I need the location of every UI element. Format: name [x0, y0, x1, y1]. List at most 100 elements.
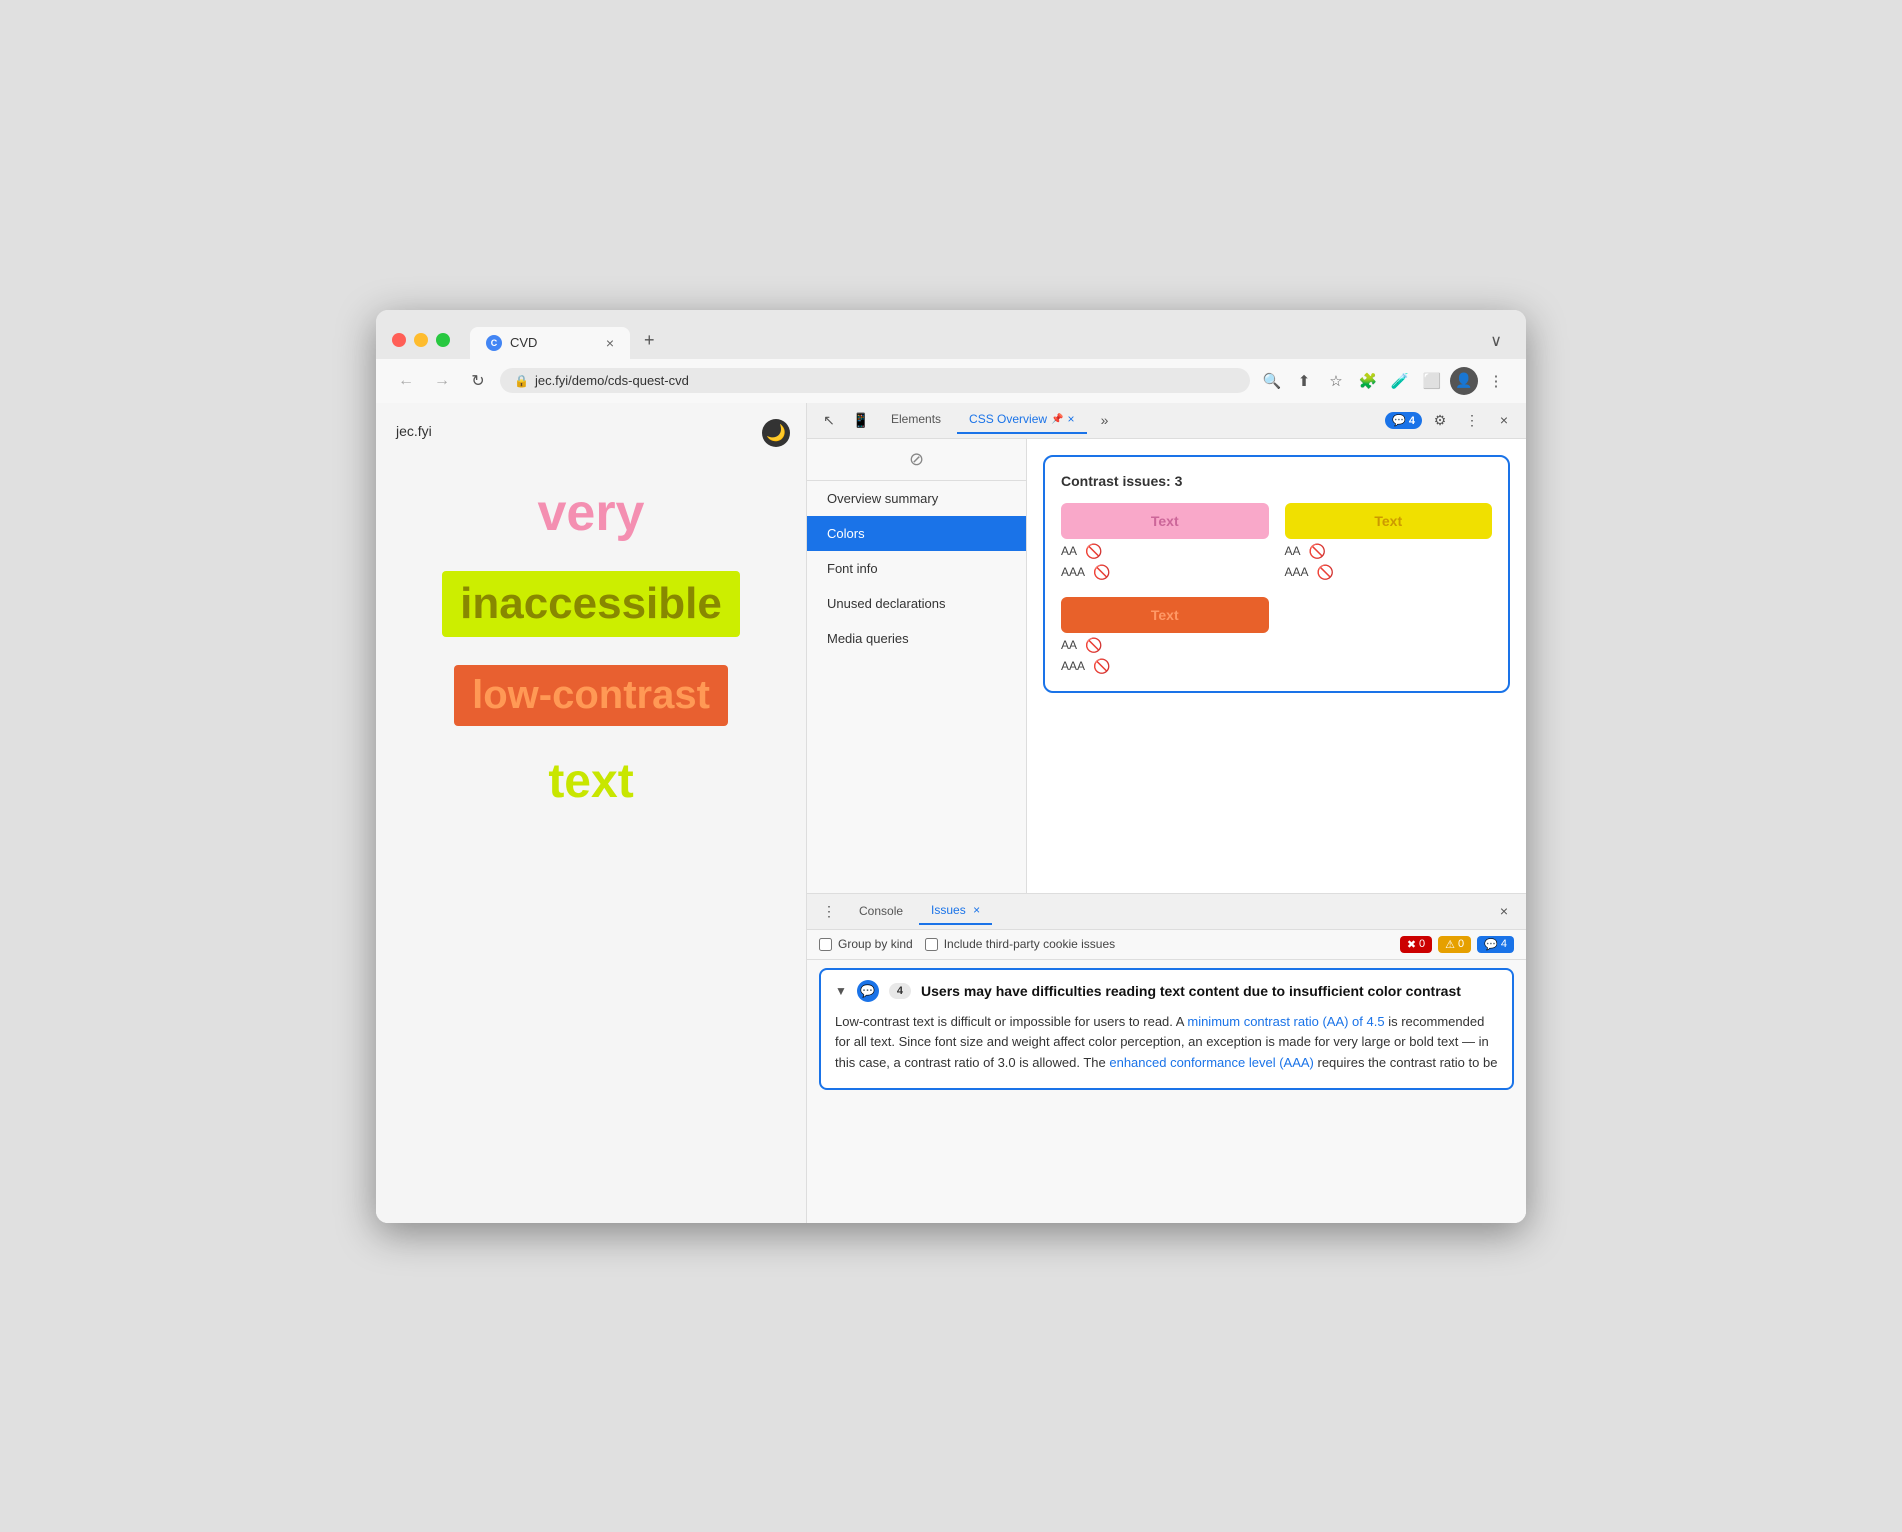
contrast-btn-pink[interactable]: Text: [1061, 503, 1269, 539]
sidebar-top: ⊘: [807, 439, 1026, 481]
tab-css-overview[interactable]: CSS Overview 📌 ×: [957, 406, 1087, 434]
bottom-more-icon[interactable]: ⋮: [815, 897, 843, 925]
demo-text-container: very inaccessible low-contrast text: [442, 483, 740, 809]
more-panels-button[interactable]: »: [1091, 406, 1119, 434]
group-by-kind-checkbox[interactable]: [819, 938, 832, 951]
bottom-panel: ⋮ Console Issues × × Group by kind: [807, 893, 1526, 1223]
url-text: jec.fyi/demo/cds-quest-cvd: [535, 373, 689, 388]
menu-button[interactable]: ⋮: [1482, 367, 1510, 395]
aa-label-2: AA: [1285, 544, 1301, 558]
issue-body: Low-contrast text is difficult or imposs…: [821, 1012, 1512, 1088]
group-by-kind-group: Group by kind: [819, 937, 913, 951]
minimize-traffic-light[interactable]: [414, 333, 428, 347]
flask-button[interactable]: 🧪: [1386, 367, 1414, 395]
warn-count: 0: [1458, 938, 1464, 950]
contrast-item-pink: Text AA 🚫 AAA 🚫: [1061, 503, 1269, 581]
reload-button[interactable]: ↻: [464, 367, 492, 395]
active-tab[interactable]: C CVD ×: [470, 327, 630, 359]
devtools-close-button[interactable]: ×: [1490, 406, 1518, 434]
contrast-rating-pink-aa: AA 🚫: [1061, 543, 1269, 560]
contrast-rating-pink-aaa: AAA 🚫: [1061, 564, 1269, 581]
third-party-label: Include third-party cookie issues: [944, 937, 1115, 951]
issues-badge[interactable]: 💬 4: [1385, 412, 1422, 429]
tab-console[interactable]: Console: [847, 898, 915, 924]
search-button[interactable]: 🔍: [1258, 367, 1286, 395]
contrast-issues-box: Contrast issues: 3 Text AA 🚫 AAA: [1043, 455, 1510, 693]
issue-link-aa[interactable]: minimum contrast ratio (AA) of 4.5: [1187, 1014, 1384, 1029]
issue-title: Users may have difficulties reading text…: [921, 983, 1498, 999]
browser-window: C CVD × + ∨ ← → ↻ 🔒 jec.fyi/demo/cds-que…: [376, 310, 1526, 1223]
traffic-lights: [392, 333, 450, 347]
split-button[interactable]: ⬜: [1418, 367, 1446, 395]
dark-mode-button[interactable]: 🌙: [762, 419, 790, 447]
profile-avatar[interactable]: 👤: [1450, 367, 1478, 395]
aaa-label: AAA: [1061, 565, 1085, 579]
main-content: jec.fyi 🌙 very inaccessible low-contrast…: [376, 403, 1526, 1223]
nav-item-unused-declarations[interactable]: Unused declarations: [807, 586, 1026, 621]
issues-tab-close[interactable]: ×: [973, 903, 980, 917]
contrast-rating-orange-aa: AA 🚫: [1061, 637, 1269, 654]
third-party-checkbox[interactable]: [925, 938, 938, 951]
nav-item-font-info[interactable]: Font info: [807, 551, 1026, 586]
demo-text: text: [548, 754, 633, 809]
contrast-btn-orange[interactable]: Text: [1061, 597, 1269, 633]
issue-link-aaa[interactable]: enhanced conformance level (AAA): [1109, 1055, 1314, 1070]
aa-label-3: AA: [1061, 638, 1077, 652]
aaa-fail-icon: 🚫: [1093, 564, 1110, 581]
new-tab-button[interactable]: +: [632, 322, 667, 359]
demo-very-text: very: [537, 483, 644, 543]
css-overview-close[interactable]: ×: [1068, 412, 1075, 426]
title-bar: C CVD × + ∨: [376, 310, 1526, 359]
bookmark-button[interactable]: ☆: [1322, 367, 1350, 395]
device-tool-button[interactable]: 📱: [847, 406, 875, 434]
forward-button[interactable]: →: [428, 367, 456, 395]
issue-header: ▼ 💬 4 Users may have difficulties readin…: [821, 970, 1512, 1012]
issues-count: 4: [1409, 415, 1415, 427]
nav-item-overview-summary[interactable]: Overview summary: [807, 481, 1026, 516]
issues-toolbar: Group by kind Include third-party cookie…: [807, 930, 1526, 960]
contrast-rating-orange-aaa: AAA 🚫: [1061, 658, 1269, 675]
contrast-rating-yellow-aa: AA 🚫: [1285, 543, 1493, 560]
nav-item-media-queries[interactable]: Media queries: [807, 621, 1026, 656]
tab-favicon: C: [486, 335, 502, 351]
error-count: 0: [1419, 938, 1425, 950]
tab-elements[interactable]: Elements: [879, 406, 953, 434]
group-by-kind-label: Group by kind: [838, 937, 913, 951]
demo-low-contrast-text: low-contrast: [472, 673, 710, 717]
tab-close-button[interactable]: ×: [606, 335, 614, 351]
third-party-group: Include third-party cookie issues: [925, 937, 1115, 951]
site-label: jec.fyi: [396, 423, 432, 439]
aaa-label-3: AAA: [1061, 659, 1085, 673]
contrast-rating-yellow-aaa: AAA 🚫: [1285, 564, 1493, 581]
aa-label: AA: [1061, 544, 1077, 558]
contrast-btn-yellow[interactable]: Text: [1285, 503, 1493, 539]
info-badge: 💬 4: [1477, 936, 1514, 953]
nav-item-colors[interactable]: Colors: [807, 516, 1026, 551]
issue-type-icon: 💬: [857, 980, 879, 1002]
error-icon: ✖: [1407, 938, 1416, 951]
issue-expand-button[interactable]: ▼: [835, 984, 847, 998]
tab-title: CVD: [510, 335, 537, 350]
contrast-issues-title: Contrast issues: 3: [1061, 473, 1492, 489]
tab-menu-button[interactable]: ∨: [1482, 323, 1510, 359]
lock-icon: 🔒: [514, 374, 529, 388]
css-overview-content: Contrast issues: 3 Text AA 🚫 AAA: [1027, 439, 1526, 893]
bottom-close-button[interactable]: ×: [1490, 897, 1518, 925]
extensions-button[interactable]: 🧩: [1354, 367, 1382, 395]
contrast-item-orange: Text AA 🚫 AAA 🚫: [1061, 597, 1269, 675]
tab-bar: C CVD × + ∨: [470, 322, 1510, 359]
nav-bar: ← → ↻ 🔒 jec.fyi/demo/cds-quest-cvd 🔍 ⬆ ☆…: [376, 359, 1526, 403]
back-button[interactable]: ←: [392, 367, 420, 395]
maximize-traffic-light[interactable]: [436, 333, 450, 347]
address-bar[interactable]: 🔒 jec.fyi/demo/cds-quest-cvd: [500, 368, 1250, 393]
devtools-more-button[interactable]: ⋮: [1458, 406, 1486, 434]
cursor-tool-button[interactable]: ↖: [815, 406, 843, 434]
close-traffic-light[interactable]: [392, 333, 406, 347]
demo-inaccessible-text: inaccessible: [460, 579, 722, 628]
devtools-panel: ↖ 📱 Elements CSS Overview 📌 × » 💬 4 ⚙ ⋮ …: [806, 403, 1526, 1223]
contrast-item-yellow: Text AA 🚫 AAA 🚫: [1285, 503, 1493, 581]
demo-inaccessible-container: inaccessible: [442, 571, 740, 637]
share-button[interactable]: ⬆: [1290, 367, 1318, 395]
tab-issues[interactable]: Issues ×: [919, 897, 992, 925]
settings-button[interactable]: ⚙: [1426, 406, 1454, 434]
